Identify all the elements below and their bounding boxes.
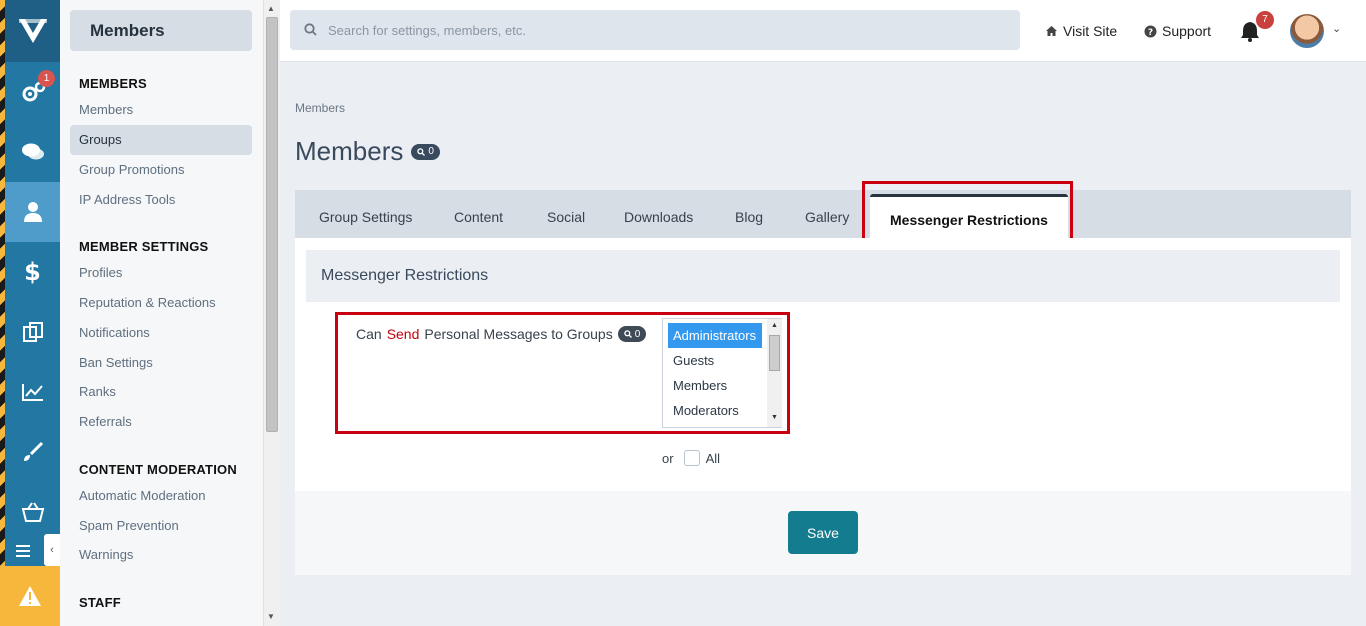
sidebar-item-notifications[interactable]: Notifications	[70, 318, 252, 348]
scroll-thumb[interactable]	[266, 17, 278, 432]
sidebar-item-profiles[interactable]: Profiles	[70, 258, 252, 288]
all-label[interactable]: All	[706, 451, 720, 466]
visit-site-label: Visit Site	[1063, 23, 1118, 39]
all-groups-option: or All	[662, 450, 720, 466]
sidebar-title: Members	[70, 10, 252, 51]
top-bar: Visit Site ? Support 7 ⌄	[280, 0, 1366, 62]
user-menu-chevron-down-icon[interactable]: ⌄	[1332, 22, 1341, 35]
sidebar-scrollbar[interactable]: ▲ ▼	[263, 0, 280, 626]
sidebar-item-ranks[interactable]: Ranks	[70, 377, 252, 407]
search-icon	[417, 147, 426, 156]
stats-chart-icon[interactable]	[5, 362, 60, 422]
sidebar-item-members[interactable]: Members	[70, 95, 252, 125]
sidebar-item-spam-prevention[interactable]: Spam Prevention	[70, 511, 252, 541]
visit-site-link[interactable]: Visit Site	[1045, 23, 1117, 39]
save-button[interactable]: Save	[788, 511, 858, 554]
scroll-down-arrow-icon[interactable]: ▼	[267, 612, 275, 621]
tab-content[interactable]: Content	[454, 190, 503, 238]
rail-notify-badge: 1	[38, 70, 55, 87]
sidebar-section-member-settings: MEMBER SETTINGS	[79, 239, 209, 254]
sidebar-item-referrals[interactable]: Referrals	[70, 407, 252, 437]
sidebar-section-content-moderation: CONTENT MODERATION	[79, 462, 237, 477]
tab-blog[interactable]: Blog	[735, 190, 763, 238]
support-label: Support	[1162, 23, 1212, 39]
search-box[interactable]	[290, 10, 1020, 50]
sidebar-item-ip-address-tools[interactable]: IP Address Tools	[70, 185, 252, 215]
pages-icon[interactable]	[5, 302, 60, 362]
user-avatar[interactable]	[1290, 14, 1324, 48]
search-input[interactable]	[328, 10, 1008, 50]
sidebar-item-automatic-moderation[interactable]: Automatic Moderation	[70, 481, 252, 511]
commerce-dollar-icon[interactable]: $	[5, 242, 60, 302]
members-user-icon[interactable]	[5, 182, 60, 242]
question-circle-icon: ?	[1144, 25, 1157, 38]
or-label: or	[662, 450, 674, 466]
sidebar-item-reputation-reactions[interactable]: Reputation & Reactions	[70, 288, 252, 318]
icon-rail: 1 $ ‹	[0, 0, 60, 626]
marketplace-basket-icon[interactable]	[5, 482, 60, 542]
all-checkbox[interactable]	[683, 450, 700, 466]
tab-gallery[interactable]: Gallery	[805, 190, 849, 238]
notifications-count-badge: 7	[1256, 11, 1274, 29]
sidebar-item-group-promotions[interactable]: Group Promotions	[70, 155, 252, 185]
page-title: Members 0	[295, 136, 440, 167]
page-title-search-badge[interactable]: 0	[411, 143, 440, 160]
system-gear-icon[interactable]: 1	[5, 62, 60, 122]
sidebar-item-warnings[interactable]: Warnings	[70, 540, 252, 570]
breadcrumb[interactable]: Members	[295, 101, 345, 115]
sidebar-item-ban-settings[interactable]: Ban Settings	[70, 348, 252, 378]
field-highlight-box	[335, 312, 790, 434]
secondary-sidebar: Members MEMBERS Members Groups Group Pro…	[60, 0, 263, 626]
app-logo[interactable]	[5, 0, 60, 62]
page-title-badge-count: 0	[428, 146, 434, 157]
tab-group-settings[interactable]: Group Settings	[319, 190, 412, 238]
collapse-sidebar-chevron-icon[interactable]: ‹	[44, 534, 60, 566]
page-title-text: Members	[295, 136, 404, 166]
sidebar-section-members: MEMBERS	[79, 76, 147, 91]
scroll-up-arrow-icon[interactable]: ▲	[267, 4, 275, 13]
support-link[interactable]: ? Support	[1144, 23, 1211, 39]
warning-icon[interactable]	[0, 566, 60, 626]
customization-brush-icon[interactable]	[5, 422, 60, 482]
sidebar-section-staff: STAFF	[79, 595, 121, 610]
notifications-bell-icon[interactable]: 7	[1240, 11, 1274, 47]
tab-social[interactable]: Social	[547, 190, 585, 238]
tab-bar: Group Settings Content Social Downloads …	[295, 190, 1351, 238]
svg-text:?: ?	[1148, 28, 1153, 38]
sidebar-item-groups[interactable]: Groups	[70, 125, 252, 155]
home-icon	[1046, 26, 1057, 36]
community-chat-icon[interactable]	[5, 122, 60, 182]
panel-heading: Messenger Restrictions	[306, 250, 1340, 302]
tab-downloads[interactable]: Downloads	[624, 190, 693, 238]
search-icon	[304, 23, 317, 41]
